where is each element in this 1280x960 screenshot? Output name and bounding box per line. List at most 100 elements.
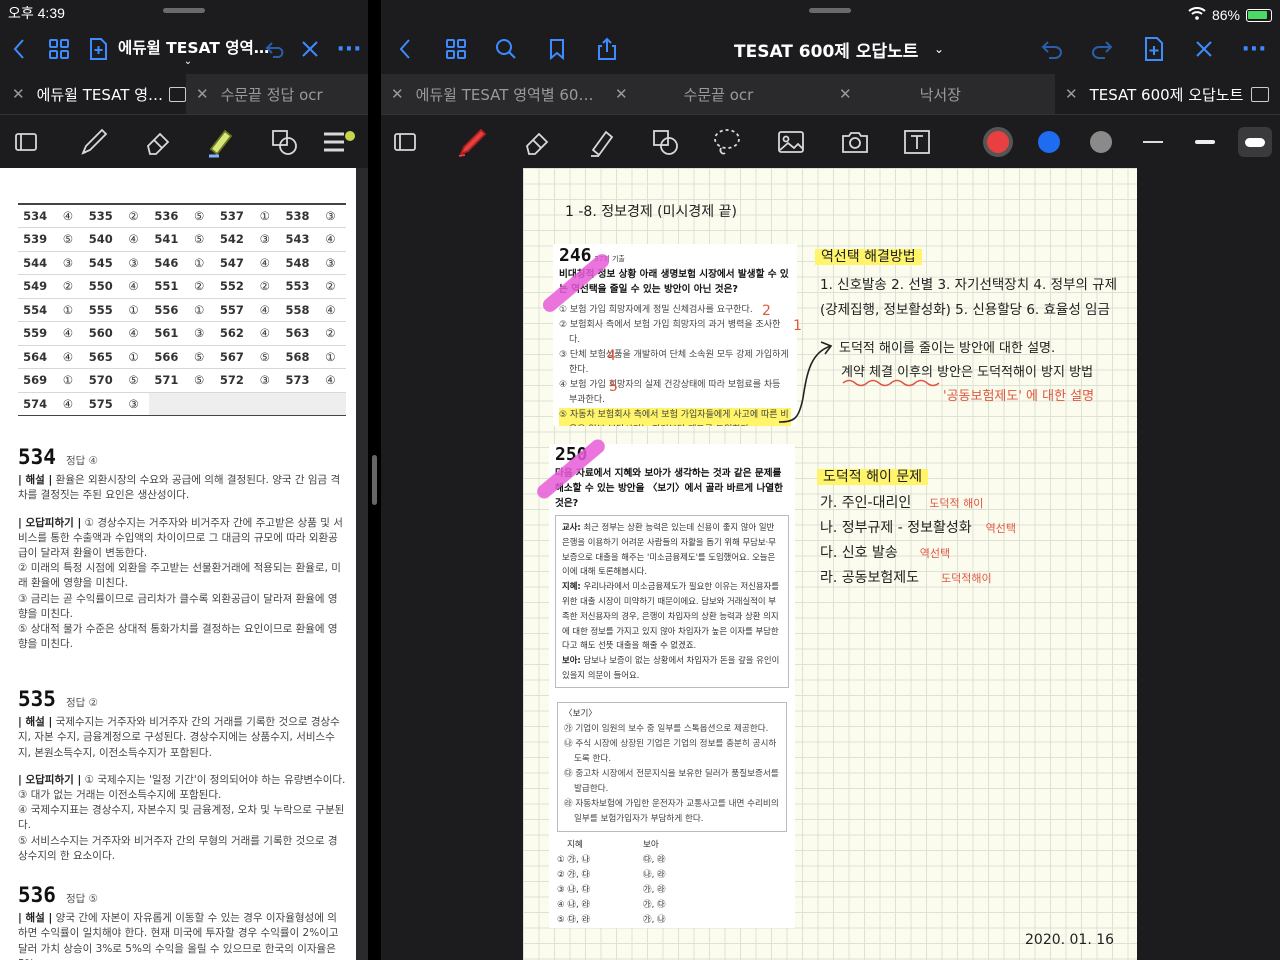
- stroke-thick[interactable]: [1233, 121, 1277, 163]
- split-divider[interactable]: [368, 0, 381, 960]
- color-settings-icon[interactable]: [314, 121, 358, 163]
- highlighter-icon[interactable]: [579, 121, 623, 163]
- avoid-item: ⑤ 상대적 물가 수준은 상대적 통화가치를 결정하는 요인이므로 환율에 영향…: [18, 623, 338, 651]
- pen-icon[interactable]: [451, 121, 495, 163]
- add-page-icon[interactable]: [84, 26, 112, 72]
- close-tab-icon[interactable]: ✕: [839, 85, 852, 103]
- text-box-icon[interactable]: [895, 121, 939, 163]
- stroke-thin[interactable]: [1131, 121, 1175, 163]
- read-only-icon[interactable]: [4, 121, 48, 163]
- more-icon[interactable]: ···: [1237, 26, 1271, 72]
- question-number-cell: 548: [280, 251, 315, 275]
- answer-cell: ④: [249, 251, 281, 275]
- pen-icon[interactable]: [72, 121, 116, 163]
- answer-cell: ⑤: [117, 368, 150, 393]
- eraser-icon[interactable]: [515, 121, 559, 163]
- redo-icon[interactable]: [1087, 26, 1117, 72]
- image-icon[interactable]: [769, 121, 813, 163]
- close-tab-icon[interactable]: ✕: [1065, 85, 1078, 103]
- left-pane: 오후 4:39 에듀윌 TESAT 영역… ⌄ ··· ✕ 에듀윌 TESAT …: [0, 0, 368, 960]
- bogi-item: ㉰ 중고차 시장에서 전문지식을 보유한 딜러가 품질보증서를 발급한다.: [564, 769, 779, 794]
- read-only-icon[interactable]: [383, 121, 427, 163]
- close-tab-icon[interactable]: ✕: [615, 85, 628, 103]
- undo-icon[interactable]: [262, 26, 290, 72]
- item-text: 나. 정부규제 - 정보활성화: [820, 520, 972, 536]
- camera-icon[interactable]: [833, 121, 877, 163]
- question-number-cell: 558: [280, 298, 315, 322]
- question-number-cell: 561: [149, 321, 184, 346]
- question-number-cell: 570: [83, 368, 118, 393]
- question-number-cell: 550: [83, 274, 118, 299]
- split-icon[interactable]: [1251, 86, 1270, 102]
- tab-sumun-ocr[interactable]: ✕ 수문끝 ocr: [609, 74, 833, 114]
- close-tab-icon[interactable]: ✕: [12, 85, 25, 103]
- back-icon[interactable]: [6, 26, 32, 72]
- question-number-cell: 552: [214, 274, 250, 299]
- answer-cell: ⑤: [183, 204, 215, 228]
- divider-handle[interactable]: [372, 455, 377, 505]
- clip-q250[interactable]: 250 다음 자료에서 지혜와 보아가 생각하는 것과 같은 문제를 해소할 수…: [549, 444, 795, 736]
- shapes-icon[interactable]: [262, 121, 306, 163]
- tools-off-icon[interactable]: [1189, 26, 1219, 72]
- question-number-cell: 567: [214, 345, 250, 369]
- left-tab-bar: ✕ 에듀윌 TESAT 영… ✕ 수문끝 정답 ocr: [0, 74, 368, 114]
- answer-cell: ①: [52, 368, 84, 393]
- back-icon[interactable]: [391, 26, 419, 72]
- tab-edu-tesat[interactable]: ✕ 에듀윌 TESAT 영…: [0, 74, 186, 114]
- left-document-page[interactable]: 534 ④ 535 ② 536 ⑤ 537 ① 538 ③ 539 ⑤ 540 ④ 541 ⑤ 542 ③ 543 ④…: [0, 168, 356, 960]
- side-note-line: 도덕적 해이를 줄이는 방안에 대한 설명.: [839, 341, 1056, 356]
- tab-label: 수문끝 ocr: [683, 85, 754, 104]
- question-number-cell: 565: [83, 345, 118, 369]
- question-number-cell: 541: [149, 227, 184, 252]
- table-row: 549 ② 550 ④ 551 ② 552 ② 553 ②: [18, 274, 346, 299]
- answer-cell: ⑤: [52, 227, 84, 252]
- left-toolbar: [0, 114, 368, 168]
- note-page[interactable]: 1 -8. 정보경제 (미시경제 끝) 246 37회 기출 비대칭적 정보 상…: [523, 168, 1137, 960]
- option: ① 보험 가입 희망자에게 정밀 신체검사를 요구한다.: [559, 305, 753, 315]
- undo-icon[interactable]: [1037, 26, 1067, 72]
- multitask-grabber[interactable]: [809, 8, 851, 13]
- tab-scratchpad[interactable]: ✕ 낙서장: [833, 74, 1055, 114]
- eraser-icon[interactable]: [136, 121, 180, 163]
- question-number-cell: 544: [18, 251, 53, 275]
- question-number: 535: [18, 687, 56, 711]
- highlighter-icon[interactable]: [198, 121, 242, 163]
- close-tab-icon[interactable]: ✕: [196, 85, 209, 103]
- right-doc-title[interactable]: TESAT 600제 오답노트: [734, 37, 918, 62]
- lasso-icon[interactable]: [705, 121, 749, 163]
- tab-edu-tesat[interactable]: ✕ 에듀윌 TESAT 영역별 60…: [381, 74, 609, 114]
- red-mark: 5: [609, 379, 618, 395]
- bookmark-icon[interactable]: [542, 26, 572, 72]
- tab-label: 낙서장: [919, 85, 961, 104]
- chevron-down-icon[interactable]: ⌄: [929, 26, 949, 72]
- bogi-item: ㉯ 주식 시장에 상장된 기업은 기업의 정보를 충분히 공시하도록 한다.: [564, 739, 777, 764]
- item-note: 도덕적해이: [941, 572, 992, 585]
- shapes-icon[interactable]: [643, 121, 687, 163]
- multitask-grabber[interactable]: [163, 8, 205, 13]
- avoid-item: ② 미래의 특정 시점에 외환을 주고받는 선물환거래에 적용되는 환율로, 미…: [18, 562, 341, 590]
- split-icon[interactable]: [169, 86, 186, 102]
- share-icon[interactable]: [592, 26, 622, 72]
- color-blue-swatch[interactable]: [1027, 121, 1071, 163]
- chevron-down-icon[interactable]: ⌄: [178, 54, 198, 68]
- choice-cell: ㉮, ㉯: [643, 915, 666, 925]
- question-number-cell: 555: [83, 298, 118, 322]
- left-navbar: 에듀윌 TESAT 영역… ⌄ ···: [0, 26, 368, 72]
- grid-icon[interactable]: [441, 26, 471, 72]
- question-number-cell: 571: [149, 368, 184, 393]
- tab-sumun-ocr[interactable]: ✕ 수문끝 정답 ocr: [186, 74, 368, 114]
- close-tab-icon[interactable]: ✕: [391, 85, 404, 103]
- color-red-swatch[interactable]: [976, 121, 1020, 163]
- clip-q250-bogi[interactable]: 〈보기〉 ㉮ 기업이 임원의 보수 중 일부를 스톡옵션으로 제공한다. ㉯ 주…: [549, 694, 795, 928]
- tools-off-icon[interactable]: [296, 26, 324, 72]
- question-number-cell: 563: [280, 321, 315, 346]
- answer-cell: ①: [249, 204, 281, 228]
- color-gray-swatch[interactable]: [1079, 121, 1123, 163]
- more-icon[interactable]: ···: [334, 26, 364, 72]
- search-icon[interactable]: [491, 26, 521, 72]
- stroke-medium[interactable]: [1183, 121, 1227, 163]
- add-page-icon[interactable]: [1139, 26, 1169, 72]
- grid-icon[interactable]: [44, 26, 74, 72]
- battery-percent: 86%: [1211, 7, 1240, 23]
- tab-tesat-notes[interactable]: ✕ TESAT 600제 오답노트: [1055, 74, 1280, 114]
